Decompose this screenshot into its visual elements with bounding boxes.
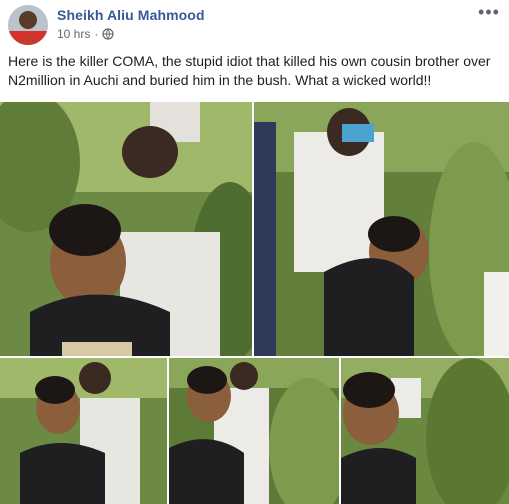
post-meta: 10 hrs · bbox=[57, 27, 114, 41]
post-photo-4[interactable] bbox=[169, 358, 339, 504]
post-photo-3[interactable] bbox=[0, 358, 167, 504]
more-options-icon[interactable]: ••• bbox=[478, 2, 499, 22]
author-avatar[interactable] bbox=[8, 5, 48, 45]
meta-separator: · bbox=[94, 27, 99, 41]
post-timestamp[interactable]: 10 hrs bbox=[57, 27, 90, 41]
post-photo-5[interactable] bbox=[341, 358, 509, 504]
post-photo-2[interactable] bbox=[254, 102, 509, 356]
facebook-post: Sheikh Aliu Mahmood 10 hrs · ••• Here is… bbox=[0, 0, 509, 504]
post-photo-1[interactable] bbox=[0, 102, 252, 356]
post-caption: Here is the killer COMA, the stupid idio… bbox=[8, 53, 491, 88]
globe-icon[interactable] bbox=[102, 28, 114, 40]
author-name-link[interactable]: Sheikh Aliu Mahmood bbox=[57, 7, 205, 23]
